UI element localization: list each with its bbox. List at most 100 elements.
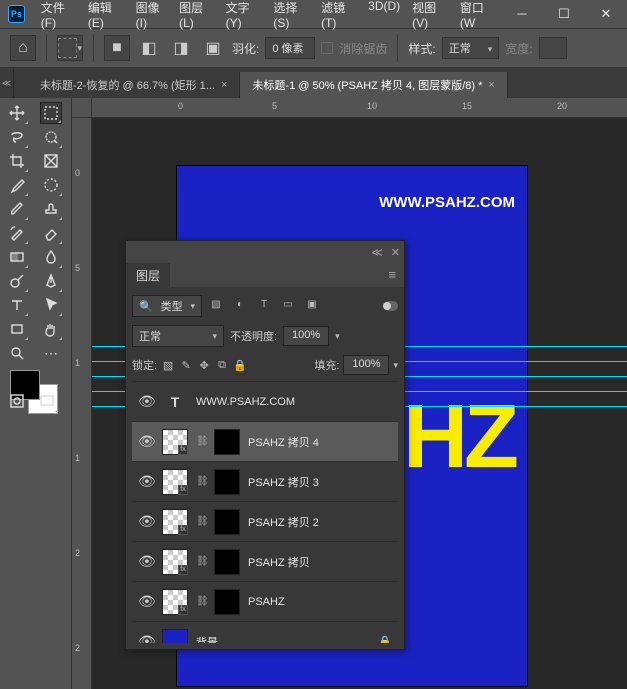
gradient-tool[interactable] xyxy=(6,246,28,268)
layer-name[interactable]: PSAHZ 拷贝 3 xyxy=(248,474,319,490)
layer-row[interactable]: 👁 fx ⛓ PSAHZ 拷贝 3 xyxy=(132,461,398,501)
filter-toggle[interactable] xyxy=(384,301,398,311)
filter-pixel-icon[interactable]: ▧ xyxy=(208,298,224,314)
pen-tool[interactable] xyxy=(40,270,62,292)
visibility-icon[interactable]: 👁 xyxy=(138,593,154,610)
lock-paint-icon[interactable]: ✎ xyxy=(179,358,193,372)
layer-row[interactable]: 👁 fx ⛓ PSAHZ 拷贝 4 xyxy=(132,421,398,461)
menu-layer[interactable]: 图层(L) xyxy=(173,0,220,34)
width-input[interactable] xyxy=(539,37,567,59)
edit-toolbar[interactable]: ⋯ xyxy=(40,342,62,364)
panel-tab-layers[interactable]: 图层 xyxy=(126,263,170,287)
crop-tool[interactable] xyxy=(6,150,28,172)
layer-thumb[interactable]: fx xyxy=(162,509,188,535)
menu-window[interactable]: 窗口(W xyxy=(454,0,501,34)
lock-all-icon[interactable]: 🔒 xyxy=(233,358,247,372)
blur-tool[interactable] xyxy=(40,246,62,268)
filter-adjust-icon[interactable]: ◐ xyxy=(232,298,248,314)
fill-input[interactable]: 100% xyxy=(343,355,389,375)
tab-close-icon[interactable]: × xyxy=(221,79,227,91)
menu-view[interactable]: 视图(V) xyxy=(406,0,454,34)
layer-thumb[interactable]: fx xyxy=(162,589,188,615)
hand-tool[interactable] xyxy=(40,318,62,340)
lock-trans-icon[interactable]: ▧ xyxy=(161,358,175,372)
menu-select[interactable]: 选择(S) xyxy=(267,0,315,34)
tool-preset[interactable]: ▾ xyxy=(57,35,83,61)
collapse-icon[interactable]: ≪ xyxy=(371,246,383,259)
panel-header[interactable]: ≪ ✕ xyxy=(126,241,404,263)
sel-intersect[interactable]: ▣ xyxy=(200,35,226,61)
opacity-input[interactable]: 100% xyxy=(283,326,329,346)
layer-name[interactable]: PSAHZ 拷贝 2 xyxy=(248,514,319,530)
filter-smart-icon[interactable]: ▣ xyxy=(304,298,320,314)
dodge-tool[interactable] xyxy=(6,270,28,292)
layer-row[interactable]: 👁 fx ⛓ PSAHZ xyxy=(132,581,398,621)
mask-link-icon[interactable]: ⛓ xyxy=(196,596,206,607)
visibility-icon[interactable]: 👁 xyxy=(138,553,154,570)
filter-type-icon[interactable]: T xyxy=(256,298,272,314)
layer-name[interactable]: 背景 xyxy=(196,634,218,644)
history-brush-tool[interactable] xyxy=(6,222,28,244)
layer-name[interactable]: PSAHZ 拷贝 xyxy=(248,554,310,570)
feather-input[interactable] xyxy=(265,37,315,59)
panel-menu-icon[interactable]: ≡ xyxy=(380,263,404,286)
ruler-horizontal[interactable]: 0 5 10 15 20 xyxy=(92,98,627,118)
path-select-tool[interactable] xyxy=(40,294,62,316)
lasso-tool[interactable] xyxy=(6,126,28,148)
blend-mode-select[interactable]: 正常▾ xyxy=(132,325,224,347)
layer-name[interactable]: PSAHZ 拷贝 4 xyxy=(248,434,319,450)
eyedropper-tool[interactable] xyxy=(6,174,28,196)
sel-subtract[interactable]: ◨ xyxy=(168,35,194,61)
marquee-tool[interactable] xyxy=(40,102,62,124)
layer-row[interactable]: 👁 T WWW.PSAHZ.COM xyxy=(132,381,398,421)
mask-thumb[interactable] xyxy=(214,549,240,575)
sel-new[interactable]: ■ xyxy=(104,35,130,61)
mask-thumb[interactable] xyxy=(214,429,240,455)
screenmode-toggle[interactable] xyxy=(36,390,58,412)
layer-thumb[interactable]: fx xyxy=(162,429,188,455)
lock-artboard-icon[interactable]: ⧉ xyxy=(215,358,229,372)
home-button[interactable] xyxy=(10,35,36,61)
menu-edit[interactable]: 编辑(E) xyxy=(82,0,130,34)
type-tool[interactable] xyxy=(6,294,28,316)
filter-shape-icon[interactable]: ▭ xyxy=(280,298,296,314)
quickmask-toggle[interactable] xyxy=(6,390,28,412)
mask-link-icon[interactable]: ⛓ xyxy=(196,516,206,527)
menu-type[interactable]: 文字(Y) xyxy=(220,0,268,34)
layer-name[interactable]: PSAHZ xyxy=(248,596,285,608)
tab-close-icon[interactable]: × xyxy=(488,79,494,91)
heal-tool[interactable] xyxy=(40,174,62,196)
ruler-origin[interactable] xyxy=(72,98,92,118)
opacity-slider-icon[interactable]: ▾ xyxy=(335,331,340,342)
minimize-button[interactable]: ─ xyxy=(501,1,543,27)
fill-slider-icon[interactable]: ▾ xyxy=(393,360,398,371)
frame-tool[interactable] xyxy=(40,150,62,172)
visibility-icon[interactable]: 👁 xyxy=(138,473,154,490)
layer-row[interactable]: 👁 fx ⛓ PSAHZ 拷贝 2 xyxy=(132,501,398,541)
sel-add[interactable]: ◧ xyxy=(136,35,162,61)
brush-tool[interactable] xyxy=(6,198,28,220)
ruler-vertical[interactable]: 0 5 1 1 2 2 xyxy=(72,118,92,689)
panel-close-icon[interactable]: ✕ xyxy=(391,246,400,259)
mask-thumb[interactable] xyxy=(214,469,240,495)
close-button[interactable]: ✕ xyxy=(585,1,627,27)
visibility-icon[interactable]: 👁 xyxy=(138,513,154,530)
layer-thumb[interactable]: fx xyxy=(162,469,188,495)
menu-filter[interactable]: 滤镜(T) xyxy=(315,0,362,34)
style-select[interactable]: 正常 ▾ xyxy=(442,37,500,59)
collapse-toggle[interactable]: ≪ xyxy=(0,68,14,98)
menu-3d[interactable]: 3D(D) xyxy=(362,0,406,34)
mask-thumb[interactable] xyxy=(214,589,240,615)
doc-tab-active[interactable]: 未标题-1 @ 50% (PSAHZ 拷贝 4, 图层蒙版/8) * × xyxy=(240,72,507,98)
layers-panel[interactable]: ≪ ✕ 图层 ≡ 🔍 类型 ▾ ▧ ◐ T ▭ ▣ 正常▾ 不透明度: 100%… xyxy=(125,240,405,650)
filter-kind-select[interactable]: 🔍 类型 ▾ xyxy=(132,295,202,317)
mask-link-icon[interactable]: ⛓ xyxy=(196,436,206,447)
layer-row[interactable]: 👁 背景 🔒 xyxy=(132,621,398,643)
visibility-icon[interactable]: 👁 xyxy=(138,433,154,450)
menu-image[interactable]: 图像(I) xyxy=(130,0,174,34)
layer-row[interactable]: 👁 fx ⛓ PSAHZ 拷贝 xyxy=(132,541,398,581)
eraser-tool[interactable] xyxy=(40,222,62,244)
layer-thumb[interactable] xyxy=(162,629,188,644)
move-tool[interactable] xyxy=(6,102,28,124)
stamp-tool[interactable] xyxy=(40,198,62,220)
